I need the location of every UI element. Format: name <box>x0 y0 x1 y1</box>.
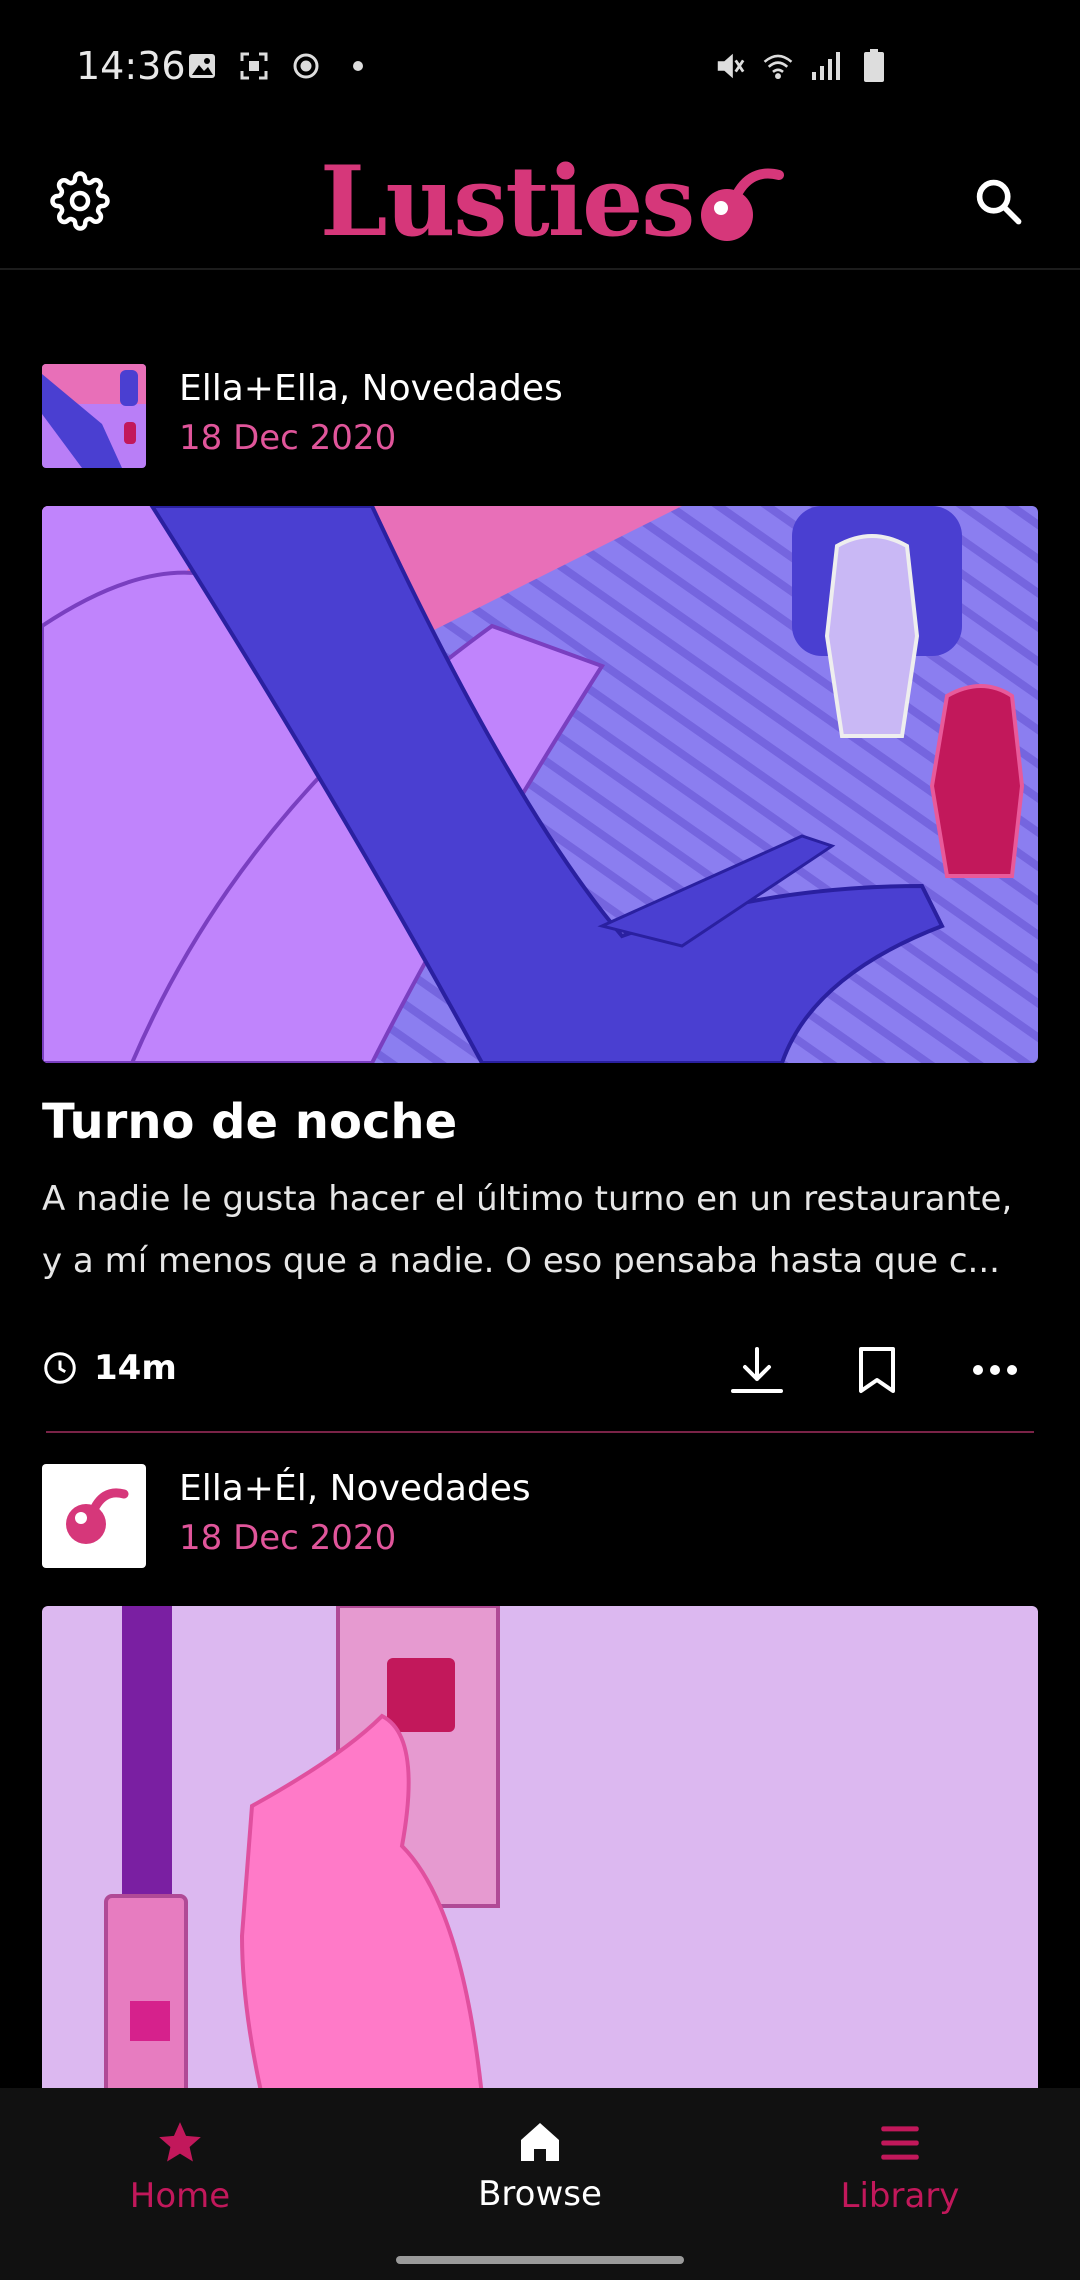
story-thumbnail <box>42 1464 146 1568</box>
more-icon <box>973 1365 1017 1375</box>
story-card-header: Ella+Ella, Novedades 18 Dec 2020 <box>42 364 1038 474</box>
story-date: 18 Dec 2020 <box>179 418 397 458</box>
home-icon <box>521 2123 559 2161</box>
story-meta-row: 14m <box>42 1340 1038 1400</box>
gallery-notification-icon <box>186 50 218 82</box>
gesture-home-indicator[interactable] <box>396 2256 684 2264</box>
story-thumbnail <box>42 364 146 468</box>
story-title[interactable]: Turno de noche <box>42 1094 457 1150</box>
nav-browse[interactable]: Browse <box>420 2118 660 2228</box>
story-divider <box>46 1431 1034 1433</box>
story-date: 18 Dec 2020 <box>179 1518 397 1558</box>
signal-icon <box>810 50 842 82</box>
story-cover-image[interactable] <box>42 1606 1038 2088</box>
search-button[interactable] <box>958 161 1038 241</box>
search-icon <box>976 179 1022 225</box>
settings-icon <box>50 171 110 231</box>
status-left-icons <box>186 50 374 82</box>
more-options-button[interactable] <box>960 1340 1030 1400</box>
sync-notification-icon <box>290 50 322 82</box>
logo-cherry-icon <box>701 168 785 241</box>
bookmark-icon <box>859 1347 895 1393</box>
bottom-navigation: Home Browse Library <box>0 2088 1080 2280</box>
nav-home-label: Home <box>129 2176 231 2216</box>
library-icon <box>881 2126 919 2160</box>
story-category: Ella+Él, Novedades <box>179 1468 531 1509</box>
more-notifications-dot-icon <box>342 50 374 82</box>
story-excerpt: A nadie le gusta hacer el último turno e… <box>42 1168 1038 1292</box>
nav-browse-label: Browse <box>478 2174 602 2214</box>
status-bar: 14:36 <box>0 0 1080 135</box>
nav-library-label: Library <box>840 2176 960 2216</box>
story-cover-image[interactable] <box>42 506 1038 1063</box>
story-excerpt-line: y a mí menos que a nadie. O eso pensaba … <box>42 1241 1000 1281</box>
battery-icon <box>858 49 890 82</box>
app-logo: Lusties <box>320 141 787 261</box>
story-category: Ella+Ella, Novedades <box>179 368 563 409</box>
nav-library[interactable]: Library <box>780 2118 1020 2228</box>
story-card-header: Ella+Él, Novedades 18 Dec 2020 <box>42 1464 1038 1574</box>
app-bar: Lusties <box>0 135 1080 270</box>
settings-button[interactable] <box>40 161 120 241</box>
story-duration: 14m <box>94 1348 177 1388</box>
download-button[interactable] <box>722 1340 792 1400</box>
star-icon <box>159 2122 201 2162</box>
status-time: 14:36 <box>76 44 186 88</box>
mute-icon <box>714 50 746 82</box>
wifi-icon <box>762 50 794 82</box>
download-icon <box>731 1347 783 1393</box>
clock-icon <box>44 1352 76 1384</box>
logo-text: Lusties <box>320 144 695 258</box>
bookmark-button[interactable] <box>842 1340 912 1400</box>
story-card[interactable]: Ella+Ella, Novedades 18 Dec 2020 <box>42 364 1038 474</box>
nav-home[interactable]: Home <box>60 2118 300 2228</box>
status-right-icons <box>714 49 890 82</box>
story-card[interactable]: Ella+Él, Novedades 18 Dec 2020 <box>42 1464 1038 1574</box>
story-excerpt-line: A nadie le gusta hacer el último turno e… <box>42 1179 1013 1219</box>
screenshot-notification-icon <box>238 50 270 82</box>
story-feed: Ella+Ella, Novedades 18 Dec 2020 Turno d… <box>0 268 1080 2088</box>
